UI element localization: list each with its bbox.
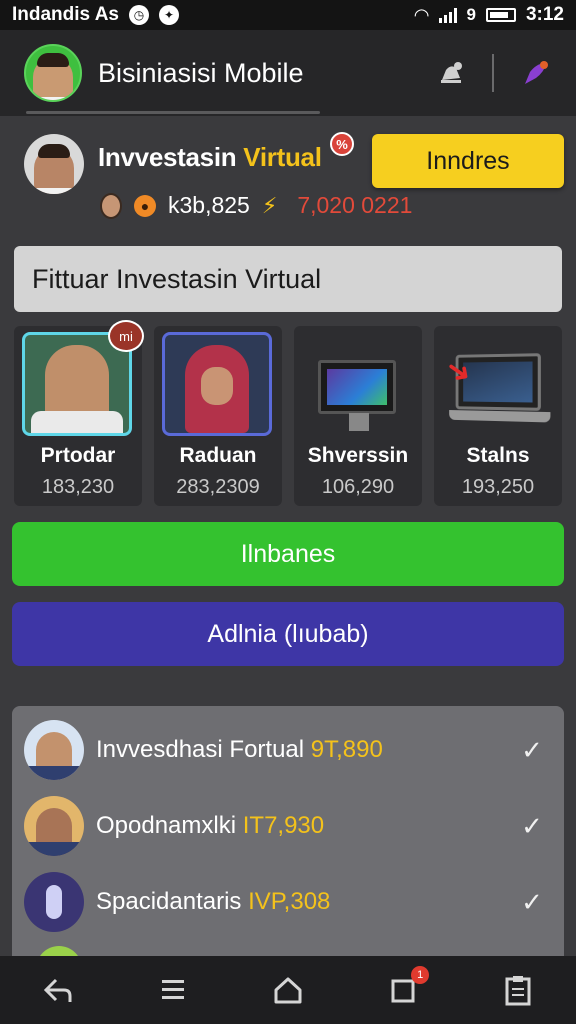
coin-icon: ●	[134, 194, 156, 217]
wifi-icon: ◠	[414, 4, 429, 25]
card-label: Shverssin	[307, 444, 409, 467]
home-icon[interactable]	[268, 970, 308, 1010]
card-label: Stalns	[466, 444, 530, 467]
card-value: 106,290	[321, 476, 395, 498]
battery-label: 9	[466, 5, 476, 24]
mini-avatar-icon	[100, 192, 122, 219]
clock: 3:12	[525, 4, 564, 25]
list-item-value: IVP,308	[248, 888, 331, 915]
profile-name: Invvestasin Virtual	[98, 142, 322, 173]
status-right: ◠ 9 3:12	[415, 4, 564, 26]
person-portrait-icon	[185, 345, 249, 433]
person-icon	[28, 808, 80, 856]
percent-badge: %	[330, 132, 354, 156]
feature-card[interactable]: Shverssin 106,290	[294, 326, 422, 506]
notifications-icon[interactable]: 1	[383, 966, 430, 1010]
list-item[interactable]: Invvesdhasi Fortual 9T,890 ✓	[12, 712, 564, 788]
header-actions	[434, 54, 552, 92]
investment-list: Invvesdhasi Fortual 9T,890 ✓ Opodnamxlki…	[12, 706, 564, 966]
app-title: Bisiniasisi Mobile	[98, 57, 304, 88]
profile-section: Invvestasin Virtual % Inndres ● k3b,825 …	[24, 130, 564, 230]
menu-icon[interactable]	[153, 970, 193, 1010]
card-value: 283,2309	[176, 476, 260, 498]
avatar-face-icon	[27, 53, 79, 100]
notification-bell-icon[interactable]	[434, 56, 468, 90]
list-item-text: Invvesdhasi Fortual 9T,890	[96, 736, 512, 764]
header-divider	[492, 54, 494, 92]
card-label: Raduan	[179, 444, 257, 467]
profile-name-main: Invvestasin	[98, 142, 237, 172]
card-thumbnail	[302, 332, 412, 436]
feature-card[interactable]: Raduan 283,2309	[154, 326, 282, 506]
carrier-label: Indandis As	[12, 4, 119, 25]
card-value: 183,230	[41, 476, 115, 498]
profile-avatar[interactable]	[24, 134, 84, 194]
list-item-name: Opodnamxlki	[96, 812, 237, 839]
secondary-action-button[interactable]: Adlnia (lıubab)	[12, 602, 564, 666]
stat-primary: k3b,825	[168, 192, 250, 218]
list-avatar	[24, 720, 84, 780]
list-item-text: Spacidantaris IVP,308	[96, 888, 512, 916]
list-item-value: 9T,890	[310, 736, 383, 763]
person-icon	[28, 732, 80, 780]
battery-icon	[485, 8, 516, 22]
status-bar: Indandis As ◷ ✦ ◠ 9 3:12	[0, 0, 576, 30]
feature-card[interactable]: ➜ Stalns 193,250	[434, 326, 562, 506]
header-avatar[interactable]	[24, 44, 82, 102]
check-icon[interactable]: ✓	[512, 735, 552, 766]
person-portrait-icon	[31, 345, 123, 433]
notification-badge: 1	[411, 966, 430, 984]
invest-button[interactable]: Inndres	[372, 134, 564, 188]
section-title: Fittuar Investasin Virtual	[14, 246, 562, 312]
list-item-value: IT7,930	[242, 812, 325, 839]
profile-stats: ● k3b,825 ⚡ 7,020 0221	[100, 192, 412, 219]
microphone-icon	[46, 885, 62, 919]
clipboard-icon[interactable]	[498, 970, 538, 1010]
list-item-name: Invvesdhasi Fortual	[96, 736, 305, 763]
check-icon[interactable]: ✓	[512, 887, 552, 918]
feather-pen-icon[interactable]	[518, 56, 552, 90]
list-item-name: Spacidantaris	[96, 888, 242, 915]
list-item[interactable]: Opodnamxlki IT7,930 ✓	[12, 788, 564, 864]
list-item[interactable]: Spacidantaris IVP,308 ✓	[12, 864, 564, 940]
profile-face-icon	[28, 144, 80, 194]
status-left: Indandis As ◷ ✦	[12, 4, 179, 26]
check-icon[interactable]: ✓	[512, 811, 552, 842]
app-header: Bisiniasisi Mobile	[0, 30, 576, 116]
list-avatar	[24, 872, 84, 932]
list-item-text: Opodnamxlki IT7,930	[96, 812, 512, 840]
back-icon[interactable]	[38, 970, 78, 1010]
list-avatar	[24, 796, 84, 856]
profile-name-accent: Virtual	[243, 142, 322, 172]
stat-secondary: 7,020 0221	[297, 192, 413, 218]
bolt-icon: ⚡	[261, 192, 278, 218]
feature-card[interactable]: mi Prtodar 183,230	[14, 320, 144, 506]
sync-icon: ✦	[158, 5, 179, 25]
card-thumbnail	[162, 332, 272, 436]
card-label: Prtodar	[40, 444, 116, 467]
chat-badge-icon: mi	[108, 320, 144, 352]
signal-icon	[438, 7, 457, 23]
card-thumbnail: ➜	[442, 332, 552, 436]
bottom-nav: 1	[0, 956, 576, 1024]
card-value: 193,250	[461, 476, 535, 498]
feature-cards: mi Prtodar 183,230 Raduan 283,2309 Shver…	[14, 320, 562, 506]
notification-icon: ◷	[128, 5, 149, 25]
primary-action-button[interactable]: Ilnbanes	[12, 522, 564, 586]
desktop-monitor-icon	[318, 360, 396, 431]
